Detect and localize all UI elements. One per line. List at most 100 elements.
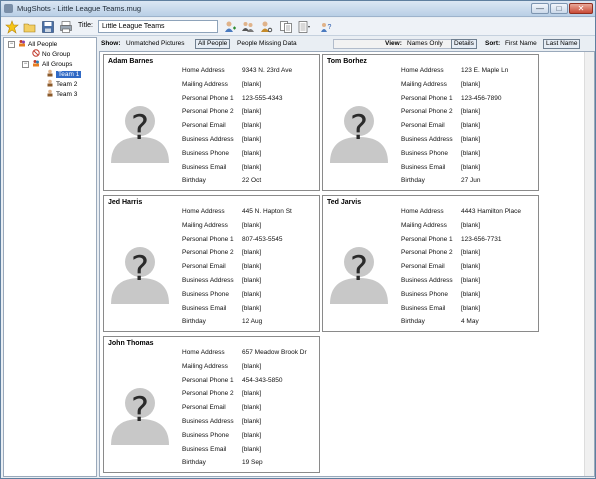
detail-label: Business Address	[182, 417, 234, 425]
copy-icon[interactable]	[279, 20, 293, 34]
unknown-person-icon[interactable]: ?	[328, 99, 390, 163]
detail-value: [blank]	[461, 221, 481, 229]
person-card[interactable]: Jed Harris? Home Address 445 N. Hapton St M…	[103, 195, 320, 332]
person-card[interactable]: John Thomas? Home Address 657 Meadow Brook…	[103, 336, 320, 473]
detail-row: Business Address [blank]	[182, 415, 318, 429]
detail-value: 445 N. Hapton St	[242, 208, 292, 215]
detail-value: [blank]	[242, 149, 262, 157]
detail-row: Personal Phone 1 123-555-4343	[182, 92, 318, 106]
detail-row: Personal Email [blank]	[182, 401, 318, 415]
open-icon[interactable]	[23, 20, 37, 34]
detail-row: Personal Phone 2 [blank]	[182, 246, 318, 260]
tree-item-no-group[interactable]: No Group	[32, 49, 70, 59]
detail-row: Mailing Address [blank]	[401, 219, 537, 233]
tree-item-all-people[interactable]: All People	[18, 39, 57, 49]
detail-label: Personal Phone 2	[401, 108, 453, 116]
detail-row: Mailing Address [blank]	[182, 360, 318, 374]
find-person-icon[interactable]	[259, 20, 273, 34]
show-unmatched-pictures[interactable]: Unmatched Pictures	[124, 39, 187, 49]
title-input[interactable]	[98, 20, 218, 33]
tree-item-team-1[interactable]: Team 1	[46, 69, 82, 79]
detail-value: [blank]	[242, 135, 262, 143]
detail-label: Personal Email	[182, 263, 226, 271]
detail-label: Business Phone	[182, 290, 229, 298]
person-card[interactable]: Tom Borhez? Home Address 123 E. Maple Ln Ma…	[322, 54, 539, 191]
people-icon	[19, 40, 25, 47]
detail-value: [blank]	[242, 221, 262, 229]
detail-value: [blank]	[461, 290, 481, 298]
tree-item-all-groups[interactable]: All Groups	[32, 59, 72, 69]
detail-value: [blank]	[461, 304, 481, 312]
add-person-icon[interactable]	[223, 20, 237, 34]
expand-all-groups-toggle[interactable]: −	[22, 61, 29, 68]
person-details: Home Address 9343 N. 23rd Ave Mailing Addr…	[182, 64, 318, 188]
close-button[interactable]: ✕	[569, 3, 593, 14]
detail-row: Business Phone [blank]	[182, 147, 318, 161]
detail-row: Birthday 12 Aug	[182, 315, 318, 329]
sort-first-name[interactable]: First Name	[503, 39, 539, 49]
detail-value: 123-656-7731	[461, 235, 502, 243]
detail-value: [blank]	[461, 276, 481, 284]
title-bar[interactable]: MugShots - Little League Teams.mug — □ ✕	[1, 1, 595, 17]
detail-value: [blank]	[242, 122, 262, 130]
detail-row: Personal Phone 1 454-343-5850	[182, 374, 318, 388]
detail-row: Personal Email [blank]	[401, 119, 537, 133]
new-icon[interactable]	[5, 20, 19, 34]
detail-value: 123 E. Maple Ln	[461, 67, 509, 74]
groups-icon	[33, 60, 39, 67]
print-icon[interactable]	[59, 20, 73, 34]
detail-row: Personal Phone 1 123-456-7890	[401, 92, 537, 106]
report-icon[interactable]	[297, 20, 311, 34]
detail-label: Personal Phone 1	[401, 94, 453, 102]
detail-value: 27 Jun	[461, 177, 481, 185]
person-name: Ted Jarvis	[327, 199, 362, 206]
minimize-button[interactable]: —	[531, 3, 549, 14]
detail-value: [blank]	[242, 362, 262, 370]
vertical-scrollbar[interactable]	[584, 52, 594, 476]
detail-row: Personal Phone 1 123-656-7731	[401, 233, 537, 247]
detail-value: [blank]	[242, 80, 262, 88]
detail-value: 454-343-5850	[242, 376, 283, 384]
detail-row: Business Email [blank]	[401, 161, 537, 175]
unknown-person-icon[interactable]: ?	[109, 240, 171, 304]
show-all-people[interactable]: All People	[195, 39, 231, 49]
detail-label: Mailing Address	[182, 80, 228, 88]
detail-value: [blank]	[461, 149, 481, 157]
detail-row: Business Email [blank]	[182, 443, 318, 457]
detail-label: Birthday	[182, 318, 206, 326]
title-label: Title:	[78, 22, 93, 29]
detail-row: Business Email [blank]	[182, 161, 318, 175]
unknown-person-icon[interactable]: ?	[328, 240, 390, 304]
view-details[interactable]: Details	[451, 39, 477, 49]
detail-label: Personal Email	[182, 404, 226, 412]
person-card[interactable]: Adam Barnes? Home Address 9343 N. 23rd Ave…	[103, 54, 320, 191]
save-icon[interactable]	[41, 20, 55, 34]
tree-item-team-3[interactable]: Team 3	[46, 89, 77, 99]
detail-value: [blank]	[242, 108, 262, 116]
person-details: Home Address 657 Meadow Brook Dr Mailing A…	[182, 346, 318, 470]
no-group-icon	[32, 49, 40, 57]
detail-row: Business Phone [blank]	[182, 429, 318, 443]
view-label: View:	[385, 40, 402, 47]
help-icon[interactable]: ?	[319, 20, 333, 34]
detail-row: Personal Phone 1 807-453-5545	[182, 233, 318, 247]
view-names-only[interactable]: Names Only	[405, 39, 445, 49]
maximize-button[interactable]: □	[550, 3, 568, 14]
team-icon	[47, 79, 53, 87]
detail-label: Business Email	[182, 304, 227, 312]
detail-row: Mailing Address [blank]	[182, 219, 318, 233]
person-name: Jed Harris	[108, 199, 143, 206]
expand-all-people-toggle[interactable]: −	[8, 41, 15, 48]
detail-row: Home Address 123 E. Maple Ln	[401, 64, 537, 78]
svg-text:?: ?	[131, 390, 149, 430]
person-card[interactable]: Ted Jarvis? Home Address 4443 Hamilton Pla…	[322, 195, 539, 332]
group-icon[interactable]	[241, 20, 255, 34]
unknown-person-icon[interactable]: ?	[109, 99, 171, 163]
detail-value: [blank]	[461, 135, 481, 143]
show-people-missing-data[interactable]: People Missing Data	[235, 39, 299, 49]
tree-item-team-2[interactable]: Team 2	[46, 79, 77, 89]
detail-label: Personal Phone 2	[182, 108, 234, 116]
detail-row: Personal Phone 2 [blank]	[401, 246, 537, 260]
sort-last-name[interactable]: Last Name	[543, 39, 581, 49]
unknown-person-icon[interactable]: ?	[109, 381, 171, 445]
